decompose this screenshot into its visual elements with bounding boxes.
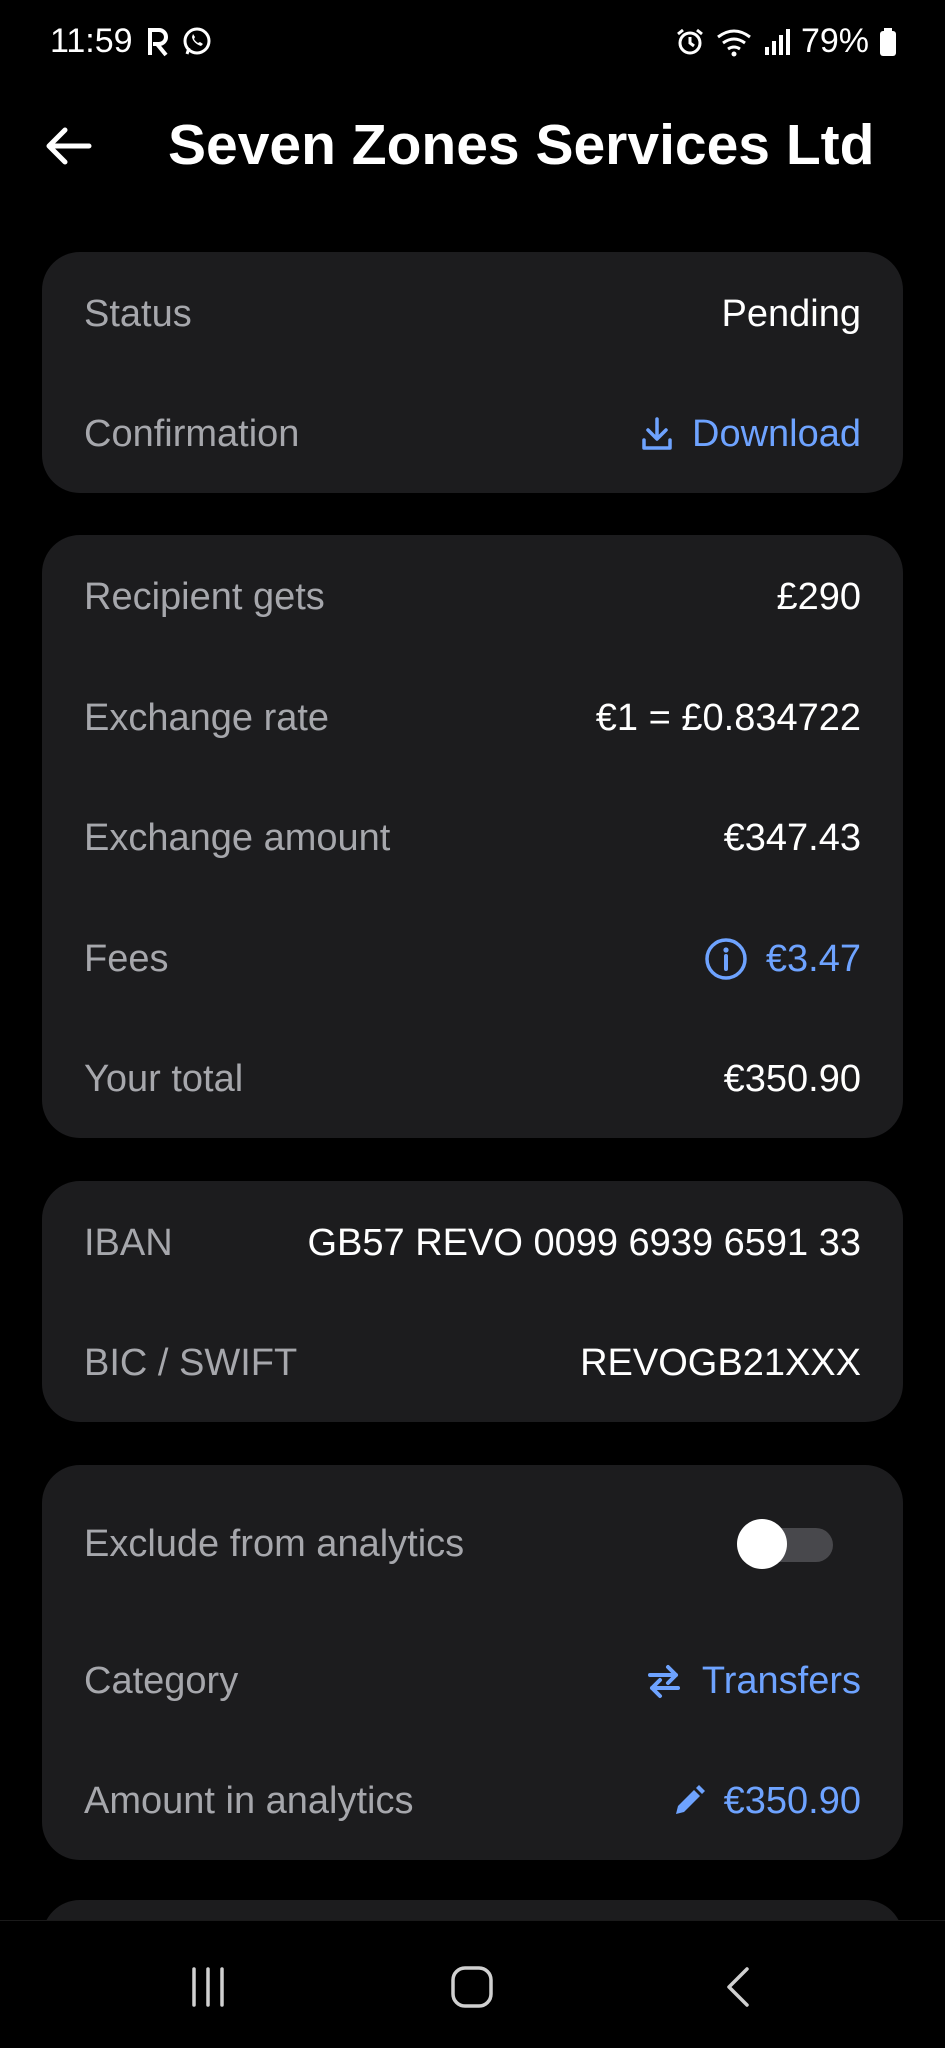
- edit-amount-button[interactable]: €350.90: [672, 1780, 861, 1823]
- system-back-button[interactable]: [698, 1957, 778, 2017]
- back-button[interactable]: [36, 114, 100, 178]
- status-value: Pending: [721, 292, 861, 335]
- analytics-amount-label: Amount in analytics: [84, 1779, 414, 1822]
- analytics-card: Exclude from analytics Category Transfer…: [42, 1465, 903, 1860]
- iban-label: IBAN: [84, 1221, 173, 1264]
- bic-label: BIC / SWIFT: [84, 1341, 298, 1384]
- transfer-arrows-icon: [647, 1665, 680, 1698]
- category-value: Transfers: [701, 1659, 861, 1702]
- info-icon: [705, 938, 747, 980]
- toggle-thumb: [737, 1519, 787, 1569]
- confirmation-label: Confirmation: [84, 412, 300, 455]
- recipient-value: £290: [776, 575, 861, 618]
- rate-value: €1 = £0.834722: [595, 696, 861, 739]
- exclude-analytics-toggle[interactable]: [737, 1519, 833, 1569]
- rate-row: Exchange rate €1 = £0.834722: [84, 688, 861, 748]
- home-button[interactable]: [432, 1957, 512, 2017]
- exchange-amount-row: Exchange amount €347.43: [84, 808, 861, 868]
- bic-row[interactable]: BIC / SWIFT REVOGB21XXX: [84, 1333, 861, 1393]
- status-row: Status Pending: [84, 284, 861, 344]
- recipient-row: Recipient gets £290: [84, 567, 861, 627]
- recent-apps-button[interactable]: [168, 1957, 248, 2017]
- download-label: Download: [692, 412, 861, 455]
- analytics-amount-row: Amount in analytics €350.90: [84, 1771, 861, 1831]
- battery-icon: [879, 27, 897, 57]
- fees-value: €3.47: [765, 937, 861, 980]
- system-navigation-bar: [0, 1920, 945, 2048]
- total-row: Your total €350.90: [84, 1049, 861, 1109]
- alarm-icon: [675, 27, 705, 57]
- signal-icon: [763, 27, 791, 57]
- page-title: Seven Zones Services Ltd: [168, 113, 875, 177]
- bic-value: REVOGB21XXX: [580, 1341, 861, 1384]
- iban-value: GB57 REVO 0099 6939 6591 33: [307, 1221, 861, 1264]
- exchange-amount-label: Exchange amount: [84, 816, 391, 859]
- battery-percent: 79%: [800, 22, 869, 60]
- arrow-left-icon: [46, 127, 92, 165]
- amounts-card: Recipient gets £290 Exchange rate €1 = £…: [42, 535, 903, 1138]
- fees-info-button[interactable]: €3.47: [704, 937, 861, 981]
- total-label: Your total: [84, 1057, 244, 1100]
- home-icon: [451, 1966, 493, 2008]
- pencil-icon: [675, 1785, 705, 1814]
- total-value: €350.90: [723, 1057, 861, 1100]
- exchange-amount-value: €347.43: [723, 816, 861, 859]
- category-label: Category: [84, 1659, 239, 1702]
- iban-row[interactable]: IBAN GB57 REVO 0099 6939 6591 33: [84, 1213, 861, 1273]
- status-bar: 11:59 79%: [0, 0, 945, 90]
- fees-row: Fees €3.47: [84, 929, 861, 989]
- whatsapp-icon: [181, 26, 213, 63]
- status-card: Status Pending Confirmation Download: [42, 252, 903, 493]
- status-time: 11:59: [50, 22, 133, 60]
- download-button[interactable]: Download: [640, 413, 861, 456]
- recipient-label: Recipient gets: [84, 575, 325, 618]
- exclude-analytics-label: Exclude from analytics: [84, 1522, 465, 1565]
- chevron-left-icon: [727, 1967, 749, 2007]
- category-row: Category Transfers: [84, 1651, 861, 1711]
- category-button[interactable]: Transfers: [644, 1660, 861, 1703]
- download-icon: [642, 417, 672, 450]
- fees-label: Fees: [84, 937, 169, 980]
- exclude-analytics-row: Exclude from analytics: [84, 1514, 861, 1574]
- status-system-icons: 79%: [675, 22, 897, 61]
- header: Seven Zones Services Ltd: [0, 100, 945, 210]
- recent-apps-icon: [192, 1967, 224, 2007]
- rate-label: Exchange rate: [84, 696, 330, 739]
- bank-details-card: IBAN GB57 REVO 0099 6939 6591 33 BIC / S…: [42, 1181, 903, 1422]
- analytics-amount-value: €350.90: [723, 1779, 861, 1822]
- status-notification-icons: [147, 26, 213, 63]
- confirmation-row: Confirmation Download: [84, 404, 861, 464]
- status-label: Status: [84, 292, 192, 335]
- revolut-icon: [147, 27, 171, 62]
- wifi-icon: [715, 27, 753, 57]
